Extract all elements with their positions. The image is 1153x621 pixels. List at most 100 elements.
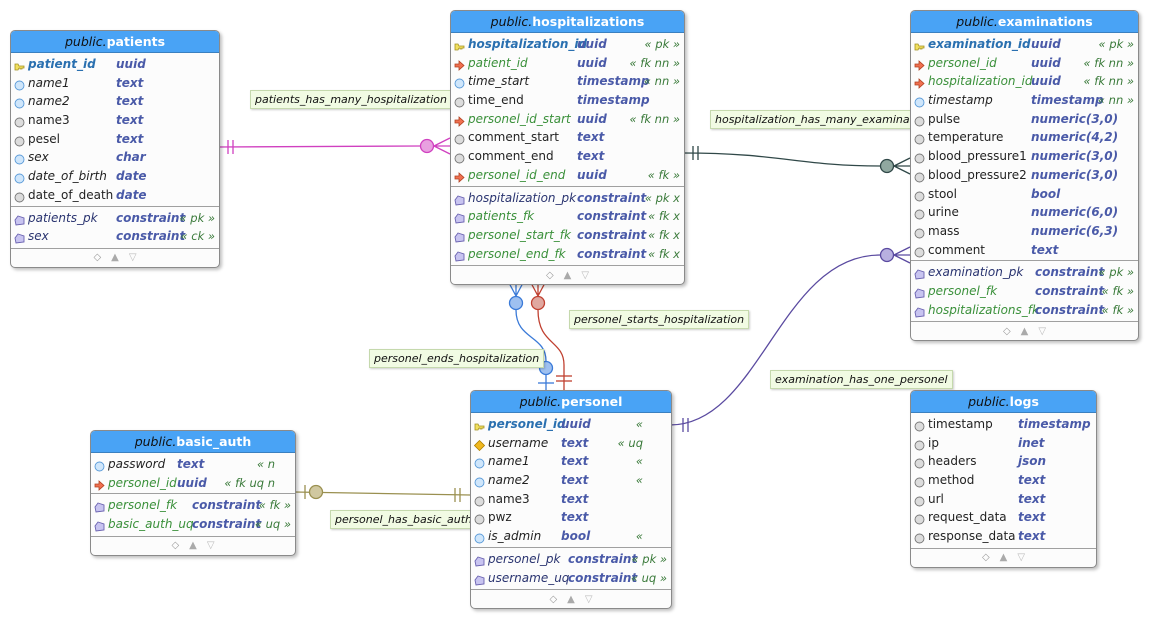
column-row[interactable]: timestamp timestamp « nn » [911, 91, 1138, 110]
column-row[interactable]: personel_id uuid « [471, 415, 671, 434]
constraint-row[interactable]: personel_start_fk constraint « fk x [451, 226, 684, 245]
column-row[interactable]: personel_id_end uuid « fk » [451, 166, 684, 185]
rel-personel-basic-auth[interactable] [293, 484, 471, 502]
scroll-down-icon[interactable]: ▽ [585, 594, 593, 605]
collapse-diamond-icon[interactable]: ◇ [171, 540, 179, 551]
relation-label[interactable]: personel_ends_hospitalization [369, 349, 545, 368]
rel-hospitalizations-examinations[interactable] [682, 146, 911, 175]
column-row[interactable]: comment_start text [451, 128, 684, 147]
column-row[interactable]: name1 text « [471, 452, 671, 471]
scroll-up-icon[interactable]: ▲ [1021, 326, 1029, 337]
constraint-row[interactable]: personel_fk constraint « fk » [91, 496, 295, 515]
relation-label[interactable]: hospitalization_has_many_examination [710, 110, 936, 129]
collapse-diamond-icon[interactable]: ◇ [546, 270, 554, 281]
column-row[interactable]: mass numeric(6,3) [911, 222, 1138, 241]
column-row[interactable]: url text [911, 490, 1096, 509]
constraint-row[interactable]: patients_pk constraint « pk » [11, 209, 219, 228]
table-header[interactable]: public.hospitalizations [451, 11, 684, 33]
column-row[interactable]: patient_id uuid [11, 55, 219, 74]
constraint-row[interactable]: patients_fk constraint « fk x [451, 207, 684, 226]
column-row[interactable]: personel_id uuid « fk uq n [91, 474, 295, 493]
column-row[interactable]: time_end timestamp [451, 91, 684, 110]
column-row[interactable]: name1 text [11, 74, 219, 93]
column-row[interactable]: hospitalization_id uuid « fk nn » [911, 72, 1138, 91]
column-row[interactable]: username text « uq [471, 434, 671, 453]
rel-personel-starts-hospitalization[interactable] [529, 280, 572, 390]
rel-patients-hospitalizations[interactable] [217, 137, 451, 155]
table-examinations[interactable]: public.examinations examination_id uuid « p… [910, 10, 1139, 342]
table-header[interactable]: public.patients [11, 31, 219, 53]
table-header[interactable]: public.examinations [911, 11, 1138, 33]
column-row[interactable]: comment text [911, 241, 1138, 260]
scroll-up-icon[interactable]: ▲ [567, 594, 575, 605]
constraint-row[interactable]: examination_pk constraint « pk » [911, 263, 1138, 282]
column-row[interactable]: stool bool [911, 185, 1138, 204]
table-header[interactable]: public.basic_auth [91, 431, 295, 453]
column-row[interactable]: password text « n [91, 455, 295, 474]
scroll-up-icon[interactable]: ▲ [564, 270, 572, 281]
column-row[interactable]: is_admin bool « [471, 527, 671, 546]
table-header[interactable]: public.personel [471, 391, 671, 413]
table-header[interactable]: public.logs [911, 391, 1096, 413]
rel-personel-ends-hospitalization[interactable] [507, 280, 554, 390]
column-row[interactable]: headers json [911, 452, 1096, 471]
column-row[interactable]: pesel text [11, 130, 219, 149]
column-row[interactable]: examination_id uuid « pk » [911, 35, 1138, 54]
column-row[interactable]: name3 text [471, 490, 671, 509]
column-row[interactable]: date_of_birth date [11, 167, 219, 186]
column-row[interactable]: blood_pressure1 numeric(3,0) [911, 147, 1138, 166]
scroll-up-icon[interactable]: ▲ [1000, 552, 1008, 563]
column-row[interactable]: method text [911, 471, 1096, 490]
scroll-up-icon[interactable]: ▲ [189, 540, 197, 551]
column-row[interactable]: timestamp timestamp [911, 415, 1096, 434]
column-row[interactable]: request_data text [911, 508, 1096, 527]
constraint-row[interactable]: sex constraint « ck » [11, 227, 219, 246]
constraint-row[interactable]: hospitalizations_fk constraint « fk » [911, 301, 1138, 320]
constraint-row[interactable]: hospitalization_pk constraint « pk x [451, 189, 684, 208]
table-hospitalizations[interactable]: public.hospitalizations hospitalization_i… [450, 10, 685, 286]
column-row[interactable]: comment_end text [451, 147, 684, 166]
column-row[interactable]: date_of_death date [11, 186, 219, 205]
column-row[interactable]: time_start timestamp « nn » [451, 72, 684, 91]
constraint-row[interactable]: basic_auth_uq constraint « uq » [91, 515, 295, 534]
column-row[interactable]: name2 text « [471, 471, 671, 490]
scroll-down-icon[interactable]: ▽ [1017, 552, 1025, 563]
column-row[interactable]: blood_pressure2 numeric(3,0) [911, 166, 1138, 185]
constraint-row[interactable]: personel_pk constraint « pk » [471, 550, 671, 569]
column-row[interactable]: name3 text [11, 111, 219, 130]
column-row[interactable]: patient_id uuid « fk nn » [451, 54, 684, 73]
optional-circle-icon [914, 132, 925, 145]
constraint-row[interactable]: personel_fk constraint « fk » [911, 282, 1138, 301]
scroll-down-icon[interactable]: ▽ [207, 540, 215, 551]
constraint-row[interactable]: personel_end_fk constraint « fk x [451, 245, 684, 264]
table-personel[interactable]: public.personel personel_id uuid « username t… [470, 390, 672, 610]
table-logs[interactable]: public.logs timestamp timestamp ip inet heade… [910, 390, 1097, 568]
column-row[interactable]: temperature numeric(4,2) [911, 128, 1138, 147]
column-row[interactable]: pulse numeric(3,0) [911, 110, 1138, 129]
column-row[interactable]: personel_id_start uuid « fk nn » [451, 110, 684, 129]
table-patients[interactable]: public.patients patient_id uuid name1 text na… [10, 30, 220, 268]
relation-label[interactable]: personel_has_basic_auth [330, 510, 478, 529]
scroll-down-icon[interactable]: ▽ [581, 270, 589, 281]
relation-label[interactable]: examination_has_one_personel [770, 370, 953, 389]
rel-examinations-personel[interactable] [669, 246, 911, 432]
scroll-up-icon[interactable]: ▲ [111, 252, 119, 263]
column-row[interactable]: name2 text [11, 92, 219, 111]
column-row[interactable]: pwz text [471, 508, 671, 527]
column-row[interactable]: hospitalization_id uuid « pk » [451, 35, 684, 54]
constraint-row[interactable]: username_uq constraint « uq » [471, 569, 671, 588]
column-row[interactable]: urine numeric(6,0) [911, 203, 1138, 222]
collapse-diamond-icon[interactable]: ◇ [93, 252, 101, 263]
relation-label[interactable]: patients_has_many_hospitalization [250, 90, 452, 109]
column-row[interactable]: ip inet [911, 434, 1096, 453]
table-basic-auth[interactable]: public.basic_auth password text « n personel… [90, 430, 296, 556]
collapse-diamond-icon[interactable]: ◇ [549, 594, 557, 605]
scroll-down-icon[interactable]: ▽ [129, 252, 137, 263]
collapse-diamond-icon[interactable]: ◇ [1003, 326, 1011, 337]
column-row[interactable]: sex char [11, 148, 219, 167]
column-row[interactable]: personel_id uuid « fk nn » [911, 54, 1138, 73]
column-row[interactable]: response_data text [911, 527, 1096, 546]
collapse-diamond-icon[interactable]: ◇ [982, 552, 990, 563]
relation-label[interactable]: personel_starts_hospitalization [569, 310, 750, 329]
scroll-down-icon[interactable]: ▽ [1038, 326, 1046, 337]
